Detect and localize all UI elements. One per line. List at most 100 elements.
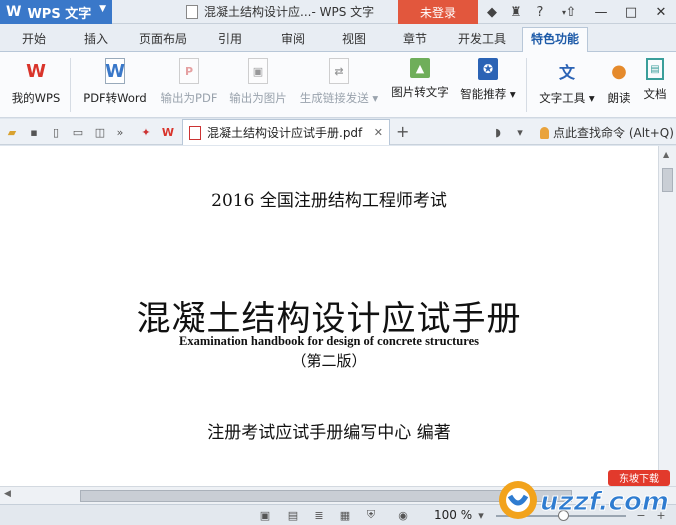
wps-tab-icon[interactable]: W bbox=[160, 124, 176, 140]
command-search[interactable]: 点此查找命令 (Alt+Q) bbox=[540, 124, 674, 141]
tab-sections[interactable]: 章节 bbox=[403, 30, 427, 47]
open-folder-icon[interactable]: ▰ bbox=[4, 124, 20, 140]
chevron-down-icon: ▼ bbox=[99, 4, 106, 14]
command-search-label: 点此查找命令 (Alt+Q) bbox=[553, 126, 674, 140]
maximize-icon[interactable]: □ bbox=[616, 0, 646, 24]
fullscreen-icon[interactable]: ▣ bbox=[258, 508, 272, 522]
export-pdf-label: 输出为PDF bbox=[160, 91, 218, 105]
export-image-icon: ▣ bbox=[248, 58, 268, 84]
login-button[interactable]: 未登录 bbox=[398, 0, 478, 24]
pdf-to-word-icon: W bbox=[105, 58, 125, 84]
web-view-icon[interactable]: ▦ bbox=[338, 508, 352, 522]
wps-logo-icon: W bbox=[6, 4, 22, 20]
pdf-file-icon bbox=[189, 125, 201, 140]
tab-list-icon[interactable]: ◗ bbox=[490, 124, 506, 140]
minimize-icon[interactable]: — bbox=[586, 0, 616, 24]
save-icon[interactable]: ▪ bbox=[26, 124, 42, 140]
outline-view-icon[interactable]: ≣ bbox=[312, 508, 326, 522]
image-to-text-button[interactable]: ▲ 图片转文字 bbox=[388, 58, 452, 114]
document-tab[interactable]: 混凝土结构设计应试手册.pdf ✕ bbox=[182, 119, 390, 145]
my-wps-button[interactable]: W 我的WPS bbox=[8, 58, 64, 114]
help-icon[interactable]: ? bbox=[530, 2, 550, 22]
print-preview-icon[interactable]: ◫ bbox=[92, 124, 108, 140]
close-icon[interactable]: ✕ bbox=[646, 0, 676, 24]
window-controls: ⇧ — □ ✕ bbox=[556, 0, 676, 24]
export-pdf-icon: P bbox=[179, 58, 199, 84]
wps-menu-button[interactable]: W WPS 文字 ▼ bbox=[0, 0, 112, 24]
ribbon-tabs: 开始 插入 页面布局 引用 审阅 视图 章节 开发工具 特色功能 bbox=[0, 24, 676, 52]
collapse-ribbon-icon[interactable]: ⇧ bbox=[556, 0, 586, 24]
text-tools-icon: 文 bbox=[558, 63, 575, 82]
uzzf-watermark-logo: uzzf.com 东坡下载 bbox=[499, 470, 670, 519]
vertical-scroll-thumb[interactable] bbox=[662, 168, 673, 192]
read-aloud-label: 朗读 bbox=[607, 91, 631, 105]
main-title: 混凝土结构设计应试手册 bbox=[136, 299, 522, 339]
vertical-scrollbar[interactable]: ▲ bbox=[658, 146, 676, 486]
image-to-text-label: 图片转文字 bbox=[391, 85, 449, 99]
quick-access-bar: ▰ ▪ ▯ ▭ ◫ » ✦ W 混凝土结构设计应试手册.pdf ✕ + ◗ ▾ … bbox=[0, 119, 676, 145]
ribbon-panel: W 我的WPS W PDF转Word P 输出为PDF ▣ 输出为图片 ⇄ 生成… bbox=[0, 52, 676, 118]
text-tools-button[interactable]: 文 文字工具 ▾ bbox=[536, 58, 598, 114]
lightbulb-icon bbox=[540, 126, 549, 139]
tab-special-features[interactable]: 特色功能 bbox=[522, 27, 589, 52]
pin-icon[interactable]: ✦ bbox=[138, 124, 154, 140]
close-tab-icon[interactable]: ✕ bbox=[374, 126, 383, 139]
pdf-to-word-label: PDF转Word bbox=[83, 91, 147, 105]
export-pdf-button[interactable]: P 输出为PDF bbox=[158, 58, 220, 114]
doc-compare-button[interactable]: ▤ 文档 bbox=[640, 58, 670, 114]
export-image-label: 输出为图片 bbox=[229, 91, 287, 105]
export-pdf-small-icon[interactable]: ▯ bbox=[48, 124, 64, 140]
separator bbox=[526, 58, 527, 112]
share-link-icon: ⇄ bbox=[329, 58, 349, 84]
my-wps-label: 我的WPS bbox=[11, 91, 61, 105]
edition: （第二版） bbox=[291, 352, 367, 370]
document-title-text: 混凝土结构设计应...- WPS 文字 bbox=[204, 5, 375, 19]
pdf-to-word-button[interactable]: W PDF转Word bbox=[78, 58, 152, 114]
tab-view[interactable]: 视图 bbox=[342, 30, 366, 47]
read-mode-icon[interactable]: ◉ bbox=[396, 508, 410, 522]
skin-icon[interactable]: ◆ bbox=[482, 2, 502, 22]
tab-developer[interactable]: 开发工具 bbox=[458, 30, 506, 47]
more-icon[interactable]: » bbox=[112, 124, 128, 140]
smart-recommend-label: 智能推荐 ▾ bbox=[460, 87, 516, 101]
exam-line: 2016 全国注册结构工程师考试 bbox=[211, 191, 447, 211]
doc-compare-icon: ▤ bbox=[646, 58, 664, 80]
zoom-dropdown-icon[interactable]: ▾ bbox=[474, 508, 488, 522]
smart-recommend-button[interactable]: ✪ 智能推荐 ▾ bbox=[458, 58, 518, 114]
read-aloud-button[interactable]: ● 朗读 bbox=[604, 58, 634, 114]
scroll-left-icon[interactable]: ◀ bbox=[4, 489, 11, 499]
separator bbox=[70, 58, 71, 112]
print-icon[interactable]: ▭ bbox=[70, 124, 86, 140]
microphone-icon: ● bbox=[611, 60, 627, 82]
tab-home[interactable]: 开始 bbox=[22, 30, 46, 47]
scroll-up-icon[interactable]: ▲ bbox=[663, 150, 669, 159]
doc-compare-label: 文档 bbox=[643, 87, 667, 101]
text-tools-label: 文字工具 ▾ bbox=[539, 91, 595, 105]
zoom-level[interactable]: 100 % bbox=[434, 508, 472, 522]
tab-insert[interactable]: 插入 bbox=[84, 30, 108, 47]
watermark-badge: 东坡下载 bbox=[619, 472, 659, 485]
share-link-label: 生成链接发送 ▾ bbox=[299, 91, 379, 105]
document-tab-label: 混凝土结构设计应试手册.pdf bbox=[207, 126, 363, 140]
english-title: Examination handbook for design of concr… bbox=[178, 334, 479, 348]
document-icon bbox=[186, 4, 198, 19]
tab-options-icon[interactable]: ▾ bbox=[512, 124, 528, 140]
shirt-icon[interactable]: ♜ bbox=[506, 2, 526, 22]
protect-view-icon[interactable]: ⛨ bbox=[364, 508, 378, 522]
tab-references[interactable]: 引用 bbox=[218, 30, 242, 47]
wps-icon: W bbox=[26, 60, 46, 82]
wps-menu-label: WPS 文字 bbox=[27, 6, 92, 22]
title-bar: W WPS 文字 ▼ 混凝土结构设计应...- WPS 文字 未登录 ◆ ♜ ?… bbox=[0, 0, 676, 24]
tab-review[interactable]: 审阅 bbox=[281, 30, 305, 47]
document-title: 混凝土结构设计应...- WPS 文字 bbox=[186, 3, 374, 20]
page-view-icon[interactable]: ▤ bbox=[286, 508, 300, 522]
share-link-button[interactable]: ⇄ 生成链接发送 ▾ bbox=[296, 58, 382, 114]
author: 注册考试应试手册编写中心 编著 bbox=[207, 423, 451, 443]
tab-page-layout[interactable]: 页面布局 bbox=[139, 30, 187, 47]
new-tab-icon[interactable]: + bbox=[396, 122, 409, 141]
watermark-text: uzzf.com bbox=[540, 487, 669, 517]
award-icon: ✪ bbox=[478, 58, 498, 80]
image-to-text-icon: ▲ bbox=[410, 58, 430, 78]
export-image-button[interactable]: ▣ 输出为图片 bbox=[226, 58, 290, 114]
document-page[interactable]: 2016 全国注册结构工程师考试 混凝土结构设计应试手册 Examination… bbox=[0, 146, 658, 486]
